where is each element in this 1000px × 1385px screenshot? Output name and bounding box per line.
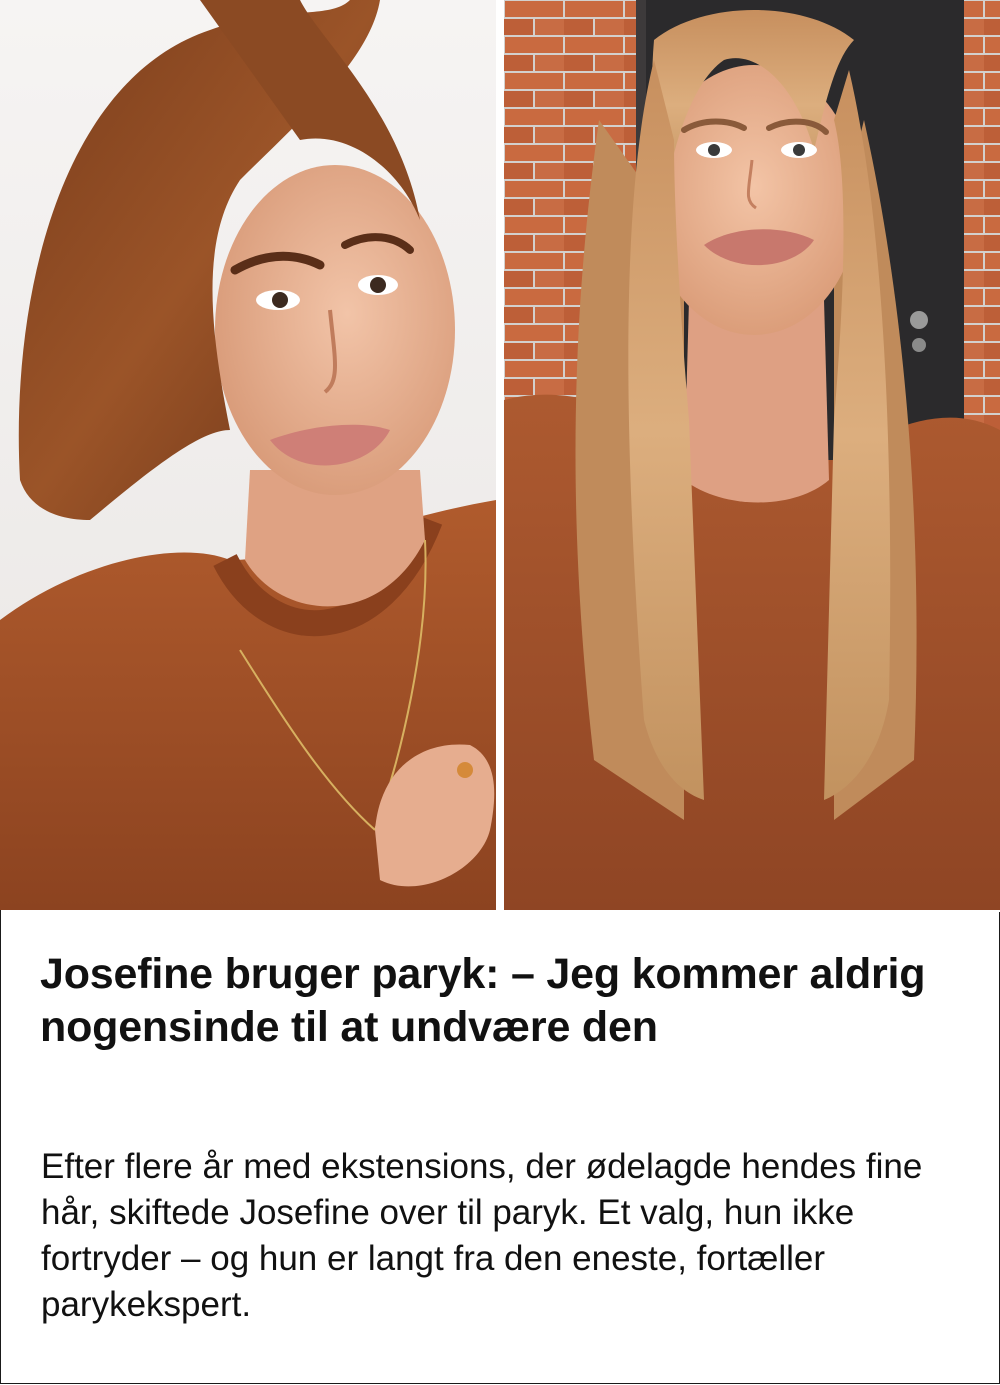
after-photo (504, 0, 1000, 910)
article-headline[interactable]: Josefine bruger paryk: – Jeg kommer aldr… (40, 948, 950, 1054)
card-divider (1, 910, 1000, 912)
photo-collage (0, 0, 1000, 910)
article-teaser: Efter flere år med ekstensions, der ødel… (41, 1147, 923, 1324)
article-teaser-card[interactable]: Josefine bruger paryk: – Jeg kommer aldr… (0, 910, 1000, 1384)
before-photo (0, 0, 496, 910)
